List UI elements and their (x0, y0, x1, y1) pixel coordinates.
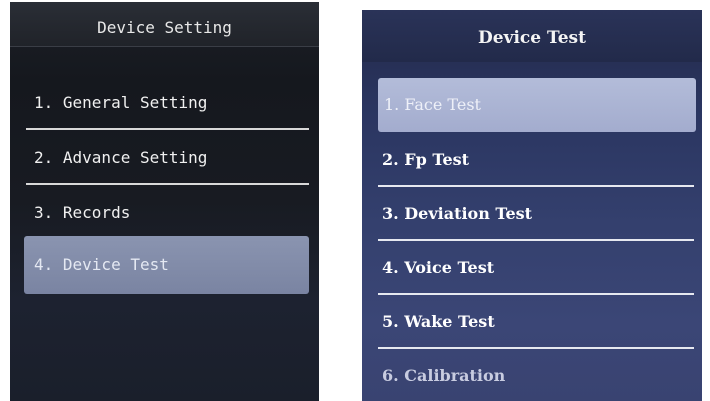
menu-item-advance-setting[interactable]: 2. Advance Setting (24, 131, 309, 185)
menu-item-calibration[interactable]: 6. Calibration (378, 349, 696, 401)
menu-item-face-test[interactable]: 1. Face Test (378, 78, 696, 132)
menu-item-voice-test[interactable]: 4. Voice Test (378, 241, 696, 295)
menu-item-wake-test[interactable]: 5. Wake Test (378, 295, 696, 349)
page-title: Device Test (478, 28, 586, 48)
device-screens-photo: Device Setting 1. General Setting 2. Adv… (0, 0, 710, 401)
menu-item-general-setting[interactable]: 1. General Setting (24, 76, 309, 130)
menu-item-fp-test[interactable]: 2. Fp Test (378, 133, 696, 187)
menu-item-deviation-test[interactable]: 3. Deviation Test (378, 187, 696, 241)
menu-item-records[interactable]: 3. Records (24, 186, 309, 240)
device-test-screen: Device Test 1. Face Test 2. Fp Test 3. D… (362, 10, 702, 401)
menu-item-device-test[interactable]: 4. Device Test (24, 236, 309, 294)
device-setting-screen: Device Setting 1. General Setting 2. Adv… (10, 2, 319, 401)
page-title: Device Setting (97, 18, 232, 37)
